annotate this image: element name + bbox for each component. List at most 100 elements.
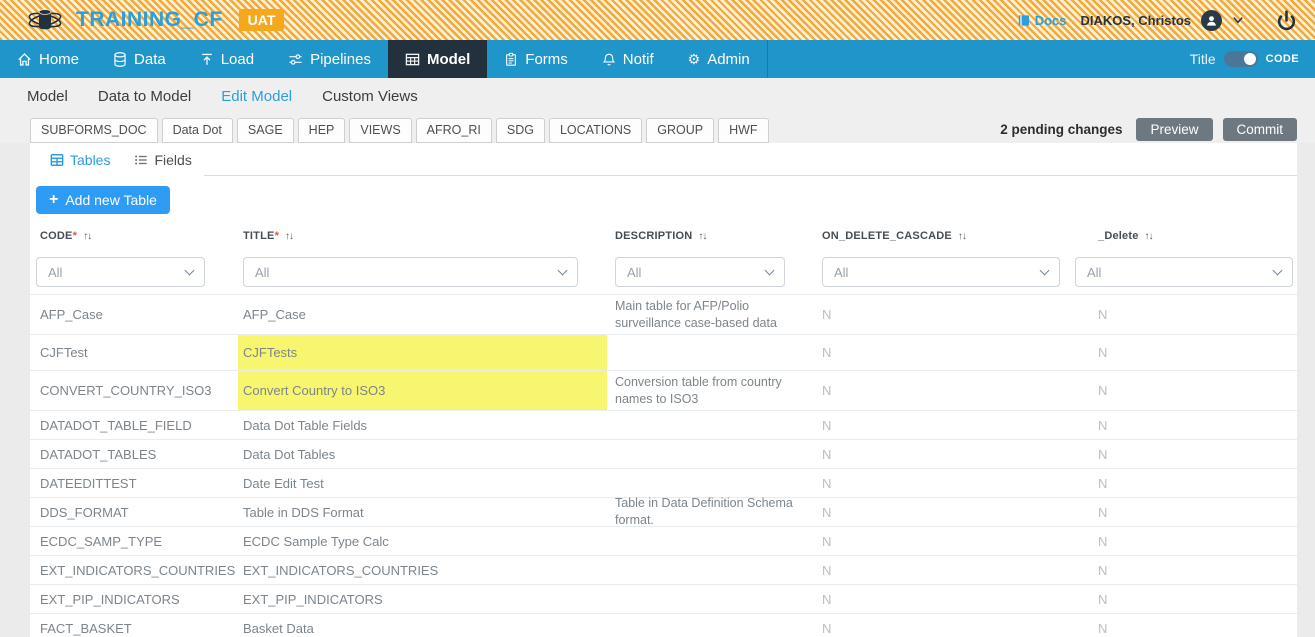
subnav-item-edit-model[interactable]: Edit Model	[221, 88, 292, 105]
title-code-toggle[interactable]	[1224, 51, 1258, 67]
nav-item-data[interactable]: Data	[96, 40, 183, 78]
cell-on-delete-cascade: N	[820, 527, 1070, 555]
filter-select-title[interactable]: All	[243, 257, 578, 287]
nav-item-pipelines[interactable]: Pipelines	[271, 40, 388, 78]
docs-link[interactable]: Docs	[1017, 13, 1067, 28]
subnav-item-data-to-model[interactable]: Data to Model	[98, 88, 191, 105]
column-header-delete[interactable]: _Delete ↑↓	[1070, 230, 1297, 242]
table-row[interactable]: CJFTest CJFTests N N	[30, 334, 1297, 370]
nav-item-notif[interactable]: Notif	[585, 40, 671, 78]
cell-delete: N	[1070, 614, 1297, 637]
nav-item-forms[interactable]: Forms	[487, 40, 585, 78]
chevron-down-icon	[185, 265, 195, 275]
column-header-description[interactable]: DESCRIPTION ↑↓	[607, 230, 820, 242]
cell-on-delete-cascade: N	[820, 556, 1070, 584]
group-tab-sage[interactable]: SAGE	[237, 118, 294, 144]
filter-select-delete[interactable]: All	[1075, 257, 1293, 287]
table-row[interactable]: EXT_INDICATORS_COUNTRIES EXT_INDICATORS_…	[30, 555, 1297, 584]
cell-title-highlighted: Convert Country to ISO3	[238, 371, 607, 410]
preview-button[interactable]: Preview	[1136, 118, 1212, 141]
commit-button[interactable]: Commit	[1223, 118, 1298, 141]
filter-select-code[interactable]: All	[36, 257, 205, 287]
table-row[interactable]: DATADOT_TABLE_FIELD Data Dot Table Field…	[30, 410, 1297, 439]
cell-on-delete-cascade: N	[820, 585, 1070, 613]
table-row[interactable]: CONVERT_COUNTRY_ISO3 Convert Country to …	[30, 370, 1297, 410]
cell-on-delete-cascade: N	[820, 469, 1070, 497]
nav-item-load[interactable]: Load	[183, 40, 271, 78]
group-tab-hwf[interactable]: HWF	[718, 118, 768, 144]
cell-on-delete-cascade: N	[820, 295, 1070, 334]
user-avatar[interactable]	[1201, 10, 1222, 31]
cell-title: Data Dot Table Fields	[238, 411, 607, 439]
cell-on-delete-cascade: N	[820, 614, 1070, 637]
cell-code: DATADOT_TABLE_FIELD	[30, 411, 238, 439]
person-icon	[1205, 14, 1218, 27]
cell-description	[607, 469, 820, 497]
sort-icon[interactable]: ↑↓	[698, 231, 706, 242]
user-menu-chevron-down-icon[interactable]	[1232, 14, 1244, 26]
group-tab-views[interactable]: VIEWS	[349, 118, 411, 144]
column-header-title[interactable]: TITLE* ↑↓	[238, 230, 607, 242]
cell-code: EXT_INDICATORS_COUNTRIES	[30, 556, 238, 584]
table-filter-row: All All All All All	[30, 250, 1297, 294]
cell-code: DDS_FORMAT	[30, 498, 238, 526]
group-tab-group[interactable]: GROUP	[646, 118, 714, 144]
cell-delete: N	[1070, 585, 1297, 613]
table-row[interactable]: DATEEDITTEST Date Edit Test N N	[30, 468, 1297, 497]
sort-icon[interactable]: ↑↓	[83, 231, 91, 242]
cell-title: ECDC Sample Type Calc	[238, 527, 607, 555]
group-tab-locations[interactable]: LOCATIONS	[549, 118, 642, 144]
nav-item-home[interactable]: Home	[0, 40, 96, 78]
filter-select-on-delete-cascade[interactable]: All	[822, 257, 1060, 287]
tab-fields[interactable]: Fields	[122, 143, 203, 176]
home-icon	[17, 52, 32, 67]
cell-code: ECDC_SAMP_TYPE	[30, 527, 238, 555]
group-tab-data-dot[interactable]: Data Dot	[162, 118, 233, 144]
table-row[interactable]: DATADOT_TABLES Data Dot Tables N N	[30, 439, 1297, 468]
nav-item-model[interactable]: Model	[388, 40, 487, 78]
sort-icon[interactable]: ↑↓	[1145, 231, 1153, 242]
nav-item-admin[interactable]: ⚙ Admin	[671, 40, 768, 78]
cell-title-highlighted: CJFTests	[238, 335, 607, 370]
cell-on-delete-cascade: N	[820, 371, 1070, 410]
toggle-knob	[1244, 53, 1256, 65]
subnav-item-custom-views[interactable]: Custom Views	[322, 88, 418, 105]
table-row[interactable]: FACT_BASKET Basket Data N N	[30, 613, 1297, 637]
cell-delete: N	[1070, 556, 1297, 584]
table-row[interactable]: AFP_Case AFP_Case Main table for AFP/Pol…	[30, 294, 1297, 334]
table-toolbar: + Add new Table	[30, 176, 1297, 222]
subnav-item-model[interactable]: Model	[27, 88, 68, 105]
cell-code: DATADOT_TABLES	[30, 440, 238, 468]
cell-description: Conversion table from country names to I…	[607, 371, 820, 410]
docs-label: Docs	[1035, 13, 1067, 28]
cell-code: EXT_PIP_INDICATORS	[30, 585, 238, 613]
cell-on-delete-cascade: N	[820, 335, 1070, 370]
sort-icon[interactable]: ↑↓	[285, 231, 293, 242]
sort-icon[interactable]: ↑↓	[958, 231, 966, 242]
cell-on-delete-cascade: N	[820, 440, 1070, 468]
model-subnav: Model Data to Model Edit Model Custom Vi…	[0, 78, 1315, 114]
user-name: DIAKOS, Christos	[1080, 13, 1191, 28]
column-header-code[interactable]: CODE* ↑↓	[30, 230, 238, 242]
logout-power-icon[interactable]	[1276, 10, 1297, 31]
table-row[interactable]: DDS_FORMAT Table in DDS Format Table in …	[30, 497, 1297, 526]
group-tab-afro-ri[interactable]: AFRO_RI	[416, 118, 492, 144]
table-row[interactable]: EXT_PIP_INDICATORS EXT_PIP_INDICATORS N …	[30, 584, 1297, 613]
cell-on-delete-cascade: N	[820, 411, 1070, 439]
gear-icon: ⚙	[688, 52, 701, 66]
group-tab-sdg[interactable]: SDG	[496, 118, 545, 144]
cell-delete: N	[1070, 469, 1297, 497]
add-new-table-button[interactable]: + Add new Table	[36, 186, 170, 214]
pending-changes-count: 2 pending changes	[1000, 122, 1122, 137]
tab-tables[interactable]: Tables	[38, 143, 122, 176]
cell-description: Main table for AFP/Polio surveillance ca…	[607, 295, 820, 334]
group-tab-subforms-doc[interactable]: SUBFORMS_DOC	[30, 118, 158, 144]
table-row[interactable]: ECDC_SAMP_TYPE ECDC Sample Type Calc N N	[30, 526, 1297, 555]
cell-delete: N	[1070, 527, 1297, 555]
cell-code: AFP_Case	[30, 295, 238, 334]
filter-select-description[interactable]: All	[615, 257, 785, 287]
group-tab-hep[interactable]: HEP	[298, 118, 346, 144]
fields-list-icon	[134, 153, 148, 167]
column-header-on-delete-cascade[interactable]: ON_DELETE_CASCADE ↑↓	[820, 230, 1070, 242]
pipelines-icon	[288, 52, 303, 67]
